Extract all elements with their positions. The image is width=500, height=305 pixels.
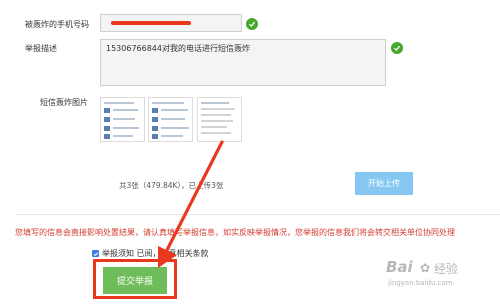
- paw-icon: ✿: [420, 261, 431, 275]
- watermark-brand-suffix: 经验: [434, 262, 459, 276]
- report-form-page: 被轰炸的手机号码 举报描述 15306766844对我的电话进行短信轰炸 短信轰…: [0, 0, 500, 305]
- watermark-url: jingyan.baidu.com: [388, 279, 453, 287]
- watermark-brand: Bai: [386, 258, 413, 276]
- baidu-jingyan-watermark: Bai ✿ 经验 jingyan.baidu.com: [382, 258, 500, 298]
